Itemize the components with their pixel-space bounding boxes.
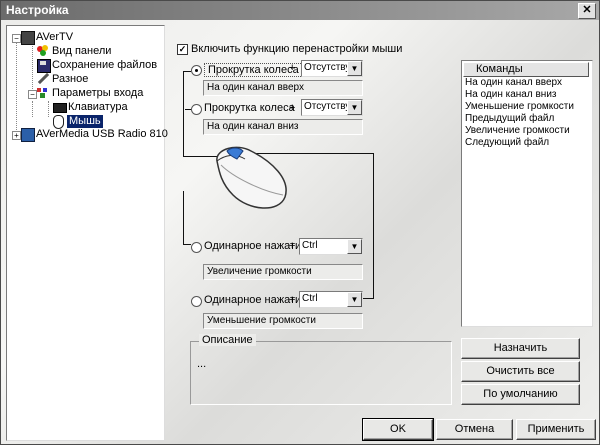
binding-3-action: Одинарное нажати — [204, 240, 302, 252]
list-item[interactable]: Предыдущий файл — [465, 113, 554, 125]
binding-3-modifier-select[interactable]: Ctrl ▼ — [299, 238, 363, 255]
description-text: ... — [197, 358, 207, 370]
list-item[interactable]: На один канал вниз — [465, 89, 556, 101]
binding-3-radio[interactable] — [191, 242, 202, 253]
title-bar: Настройка ✕ — [1, 1, 599, 20]
binding-4-plus: + — [289, 294, 296, 306]
tree-connector — [48, 101, 49, 117]
binding-3-plus: + — [289, 240, 296, 252]
binding-1-action: Прокрутка колеса — [204, 63, 303, 77]
chevron-down-icon: ▼ — [347, 100, 362, 115]
chevron-down-icon: ▼ — [347, 239, 362, 254]
defaults-button[interactable]: По умолчанию — [461, 384, 580, 405]
collapse-icon[interactable]: − — [12, 34, 21, 43]
binding-2-radio[interactable] — [191, 104, 202, 115]
expand-icon[interactable]: + — [12, 131, 21, 140]
binding-2-plus: + — [289, 102, 296, 114]
connector-line — [183, 244, 191, 245]
binding-1-plus: + — [289, 62, 296, 74]
palette-icon — [37, 45, 49, 57]
enable-remap-checkbox[interactable]: ✓ — [177, 44, 188, 55]
connector-line — [183, 71, 184, 156]
tv-icon — [21, 31, 35, 45]
list-item[interactable]: На один канал вверх — [465, 77, 562, 89]
list-item[interactable]: Уменьшение громкости — [465, 101, 574, 113]
connector-line — [183, 191, 184, 244]
settings-window: Настройка ✕ − AVerTV Вид панели Сохранен… — [0, 0, 600, 445]
clear-all-button[interactable]: Очистить все — [461, 361, 580, 382]
keyboard-icon — [53, 103, 67, 113]
list-item[interactable]: Увеличение громкости — [465, 125, 570, 137]
ok-button[interactable]: OK — [362, 418, 434, 441]
connector-line — [185, 109, 191, 110]
connector-line — [363, 298, 374, 299]
input-icon — [37, 87, 49, 99]
settings-tree[interactable]: − AVerTV Вид панели Сохранение файлов Ра… — [6, 25, 168, 441]
commands-list[interactable]: Команды На один канал вверх На один кана… — [461, 60, 593, 327]
binding-1-radio[interactable] — [191, 65, 202, 76]
cancel-button[interactable]: Отмена — [436, 419, 513, 440]
close-button[interactable]: ✕ — [578, 3, 596, 19]
description-legend: Описание — [199, 334, 256, 346]
enable-remap-label: Включить функцию перенастройки мыши — [191, 43, 403, 55]
binding-3-command: Увеличение громкости — [203, 264, 363, 280]
chevron-down-icon: ▼ — [347, 292, 362, 307]
connector-line — [183, 71, 191, 72]
wrench-icon — [37, 72, 50, 85]
binding-4-modifier-select[interactable]: Ctrl ▼ — [299, 291, 363, 308]
binding-2-modifier-select[interactable]: Отсутству ▼ — [301, 99, 363, 116]
binding-4-action: Одинарное нажати — [204, 294, 302, 306]
tree-connector — [32, 101, 33, 117]
binding-2-command: На один канал вниз — [203, 119, 363, 135]
binding-2-action: Прокрутка колеса — [204, 102, 295, 114]
binding-4-command: Уменьшение громкости — [203, 313, 363, 329]
tree-connector — [16, 40, 17, 136]
commands-list-header[interactable]: Команды — [463, 62, 589, 77]
mouse-illustration — [216, 146, 287, 209]
mouse-icon — [53, 115, 64, 129]
apply-button[interactable]: Применить — [516, 419, 596, 440]
binding-1-command: На один канал вверх — [203, 80, 363, 96]
description-group: Описание ... — [190, 334, 452, 405]
disk-icon — [37, 59, 51, 73]
binding-4-radio[interactable] — [191, 296, 202, 307]
tree-connector — [32, 40, 33, 91]
binding-1-modifier-select[interactable]: Отсутству ▼ — [301, 60, 363, 77]
radio-icon — [21, 128, 35, 142]
chevron-down-icon: ▼ — [347, 61, 362, 76]
collapse-icon[interactable]: − — [28, 90, 37, 99]
list-item[interactable]: Следующий файл — [465, 137, 549, 149]
window-title: Настройка — [6, 3, 69, 17]
assign-button[interactable]: Назначить — [461, 338, 580, 359]
connector-line — [373, 153, 374, 298]
